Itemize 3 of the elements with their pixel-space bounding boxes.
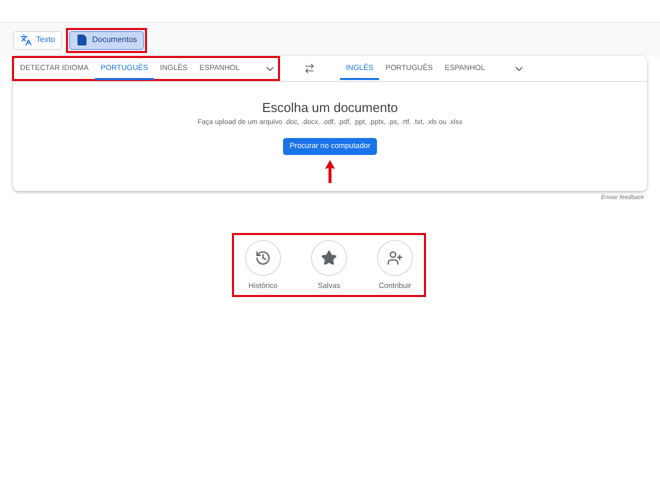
upload-title: Escolha um documento <box>262 100 398 116</box>
mode-tab[interactable]: Texto <box>13 30 62 50</box>
mode-tab[interactable]: Documentos <box>69 30 144 50</box>
